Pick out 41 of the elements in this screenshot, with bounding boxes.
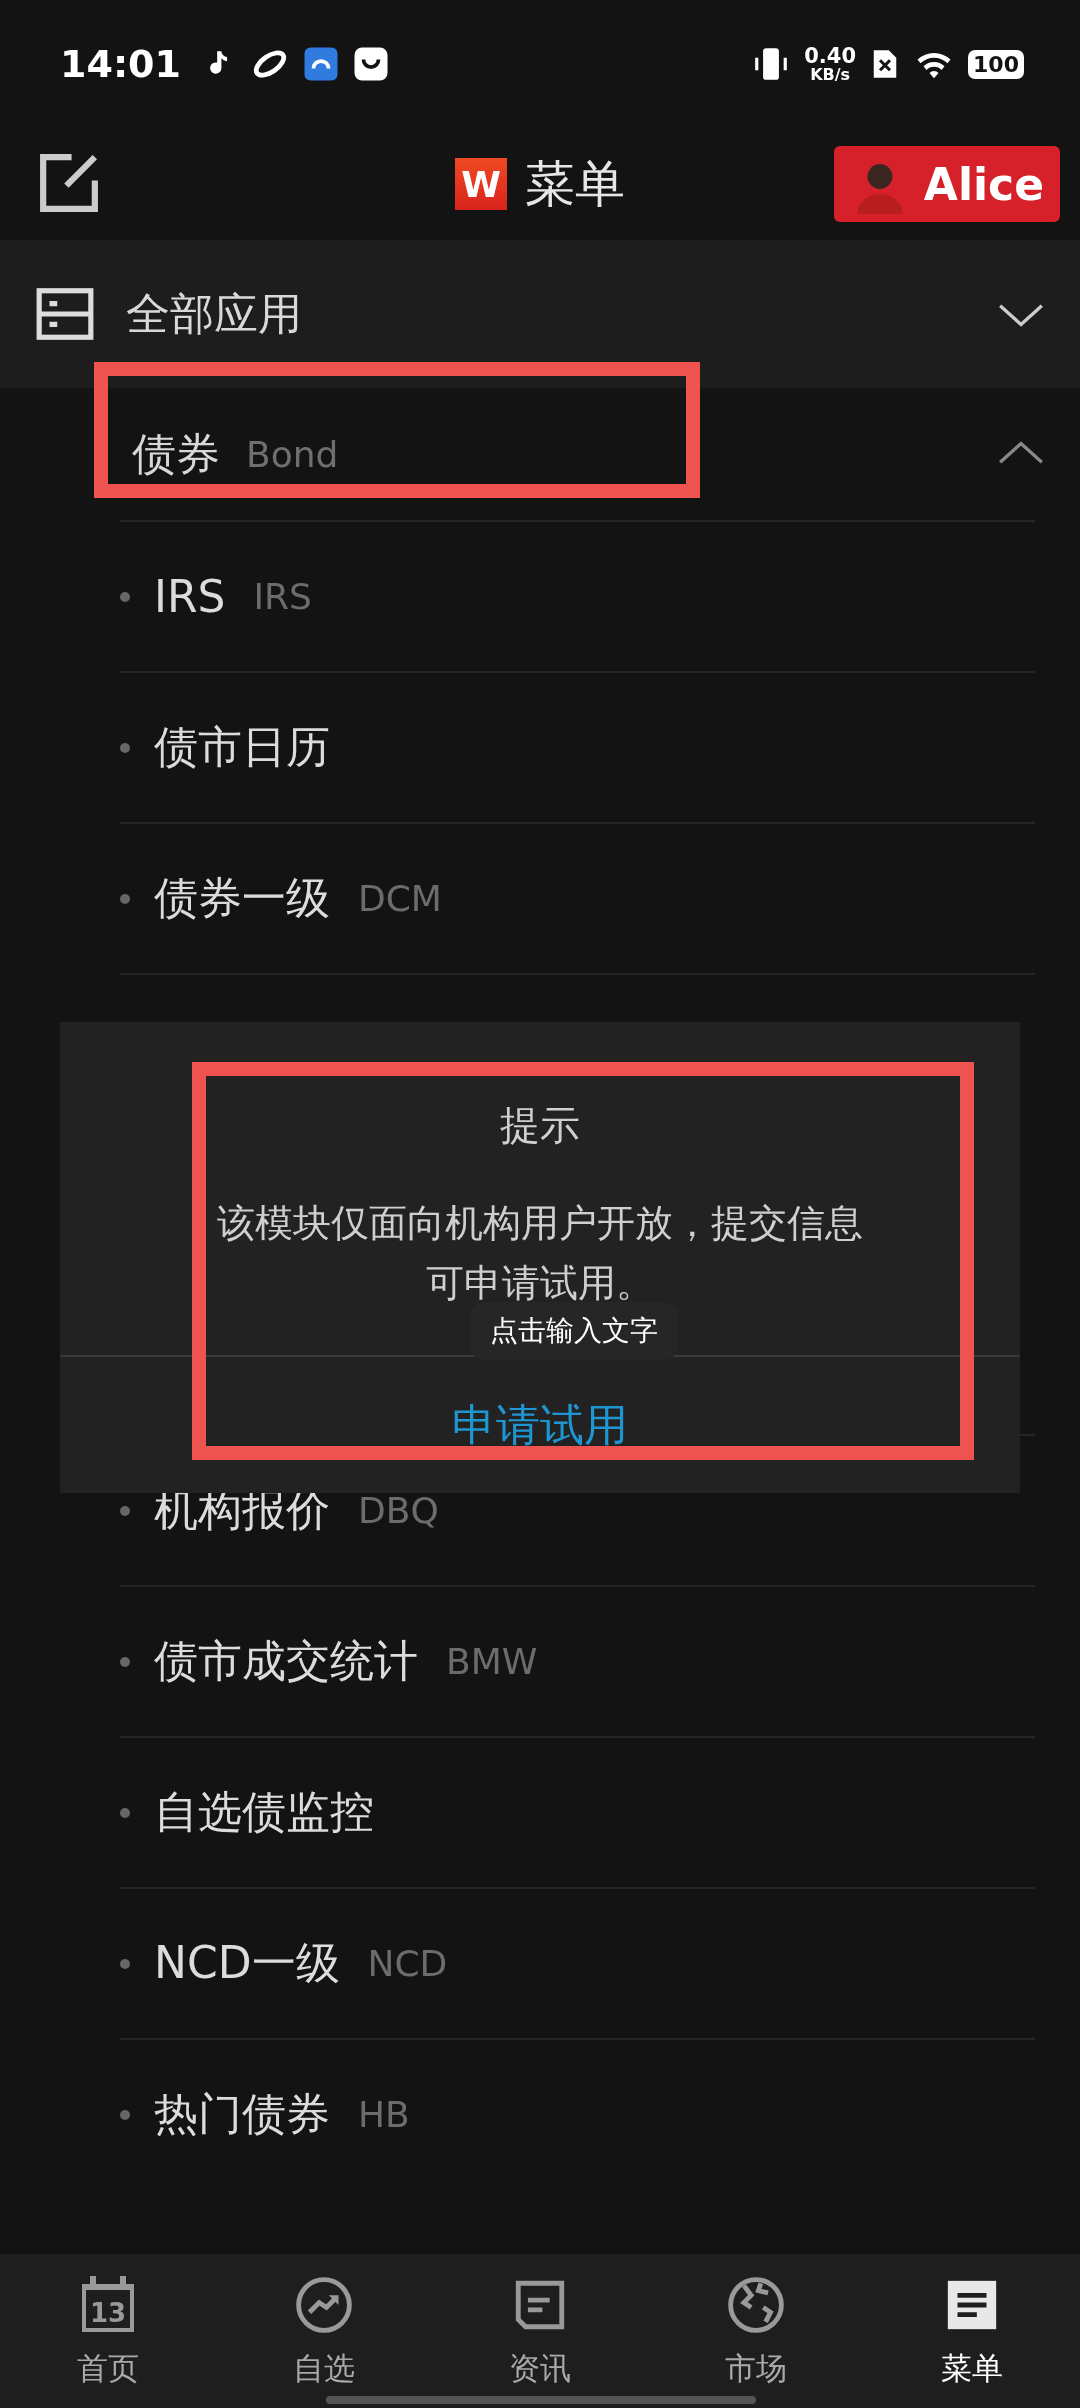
text-hint[interactable]: 点击输入文字 — [470, 1302, 678, 1360]
bullet-icon — [120, 1656, 130, 1667]
item-code: DCM — [358, 878, 442, 919]
trend-icon — [295, 2276, 353, 2334]
item-code: DBQ — [358, 1490, 439, 1531]
item-code: NCD — [367, 1943, 448, 1984]
item-code: HB — [358, 2094, 410, 2135]
bullet-icon — [120, 2109, 130, 2120]
menu-item[interactable]: 债市成交统计 BMW — [120, 1585, 1035, 1736]
bullet-icon — [120, 1505, 130, 1516]
item-code: IRS — [253, 576, 312, 617]
menu-item[interactable]: IRS IRS — [120, 520, 1035, 671]
dialog-title: 提示 — [500, 1101, 580, 1150]
nav-tab[interactable]: 市场 — [648, 2254, 864, 2408]
menu-item[interactable]: 债券一级 DCM — [120, 822, 1035, 973]
user-button[interactable]: Alice — [834, 146, 1060, 222]
clock: 14:01 — [60, 42, 181, 86]
nav-tab[interactable]: 13 首页 — [0, 2254, 216, 2408]
all-apps-row[interactable]: 全部应用 — [0, 240, 1080, 388]
category-english: Bond — [246, 433, 339, 475]
item-code: BMW — [446, 1641, 538, 1682]
bullet-icon — [120, 591, 130, 602]
nav-tab[interactable]: 资讯 — [432, 2254, 648, 2408]
bullet-icon — [120, 1958, 130, 1969]
bullet-icon — [120, 742, 130, 753]
bag-icon — [352, 46, 389, 82]
battery-level: 100 — [968, 49, 1024, 79]
bullet-icon — [120, 893, 130, 904]
app-icon — [302, 46, 339, 82]
globe-icon — [727, 2276, 785, 2334]
network-speed: 0.40 KB/s — [804, 45, 857, 83]
page-title: 菜单 — [525, 153, 625, 215]
menu-item[interactable]: 债市日历 — [120, 671, 1035, 822]
bullet-icon — [120, 1807, 130, 1818]
menu-item[interactable]: 热门债券 HB — [120, 2038, 1035, 2189]
menu-item[interactable]: 自选债监控 — [120, 1736, 1035, 1887]
menu-item[interactable]: NCD一级 NCD — [120, 1887, 1035, 2038]
nav-tab[interactable]: 自选 — [216, 2254, 432, 2408]
app-logo: W — [455, 158, 507, 210]
nav-tab[interactable]: 菜单 — [864, 2254, 1080, 2408]
category-row[interactable]: 债券 Bond — [0, 388, 1080, 520]
